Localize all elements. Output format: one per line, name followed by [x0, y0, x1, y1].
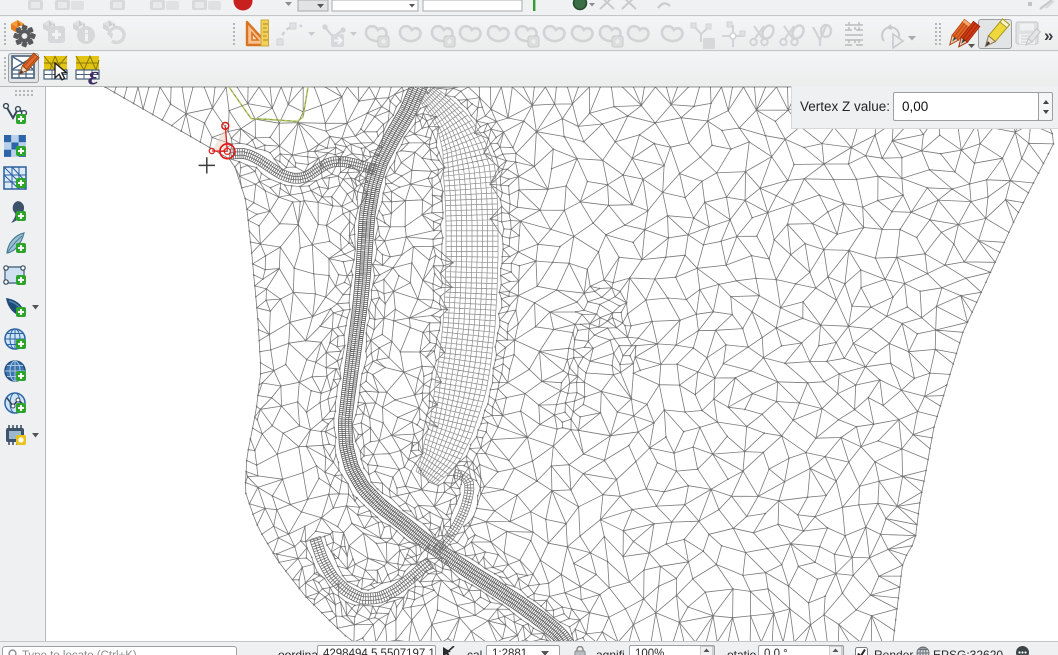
svg-text:ε: ε	[88, 61, 99, 86]
svg-text:»: »	[1044, 26, 1053, 45]
